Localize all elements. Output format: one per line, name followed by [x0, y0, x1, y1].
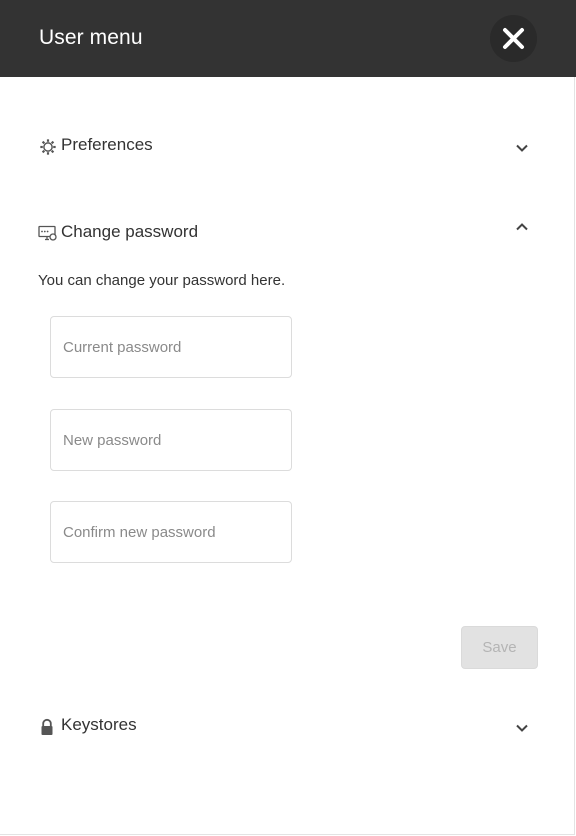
lock-icon — [41, 718, 53, 735]
save-button[interactable]: Save — [461, 626, 538, 669]
user-menu-panel: User menu Preferences Change password Yo… — [0, 0, 576, 835]
chevron-up-icon — [516, 223, 528, 231]
change-password-section-header[interactable]: Change password — [38, 219, 538, 247]
close-icon — [503, 28, 524, 49]
close-button[interactable] — [490, 15, 537, 62]
chevron-down-icon — [516, 724, 528, 732]
preferences-section-header[interactable]: Preferences — [38, 132, 538, 160]
change-password-label: Change password — [61, 222, 199, 241]
change-password-hint: You can change your password here. — [38, 272, 286, 289]
header: User menu — [0, 0, 576, 77]
confirm-password-field[interactable] — [50, 501, 292, 563]
current-password-field[interactable] — [50, 316, 292, 378]
password-icon — [38, 225, 57, 241]
new-password-field[interactable] — [50, 409, 292, 471]
gear-icon — [40, 139, 56, 155]
preferences-label: Preferences — [61, 135, 153, 154]
page-title: User menu — [39, 26, 143, 49]
chevron-down-icon — [516, 144, 528, 152]
keystores-label: Keystores — [61, 715, 137, 734]
keystores-section-header[interactable]: Keystores — [38, 712, 538, 740]
